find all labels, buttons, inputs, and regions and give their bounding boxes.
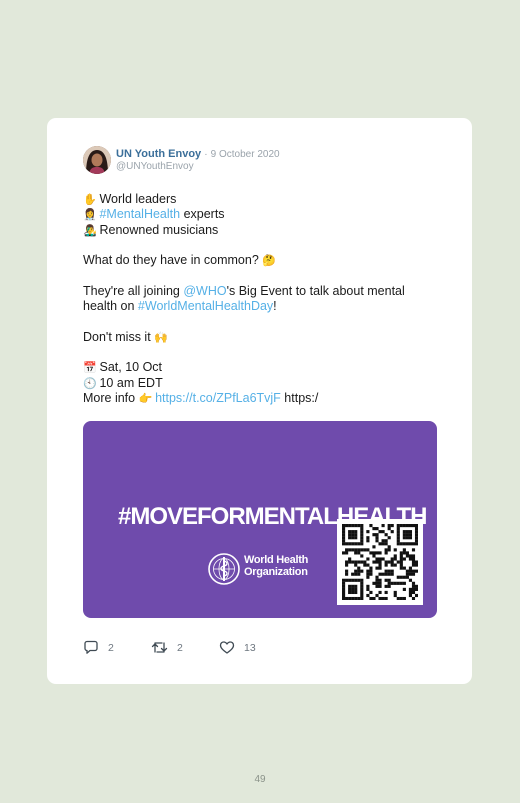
text-line: https:/	[280, 390, 319, 405]
author-block: UN Youth Envoy · 9 October 2020 @UNYouth…	[116, 148, 280, 173]
page-number: 49	[254, 774, 266, 785]
hashtag-link-worldmentalhealthday[interactable]: #WorldMentalHealthDay	[138, 299, 273, 313]
text-line: More info	[83, 390, 139, 405]
who-emblem-icon	[208, 553, 240, 585]
raised-hand-emoji: ✋	[83, 194, 97, 206]
retweet-icon	[151, 642, 168, 653]
text-line: Don't miss it	[83, 329, 151, 344]
avatar[interactable]	[83, 146, 111, 174]
org-name-line-2: Organization	[244, 566, 308, 578]
info-link[interactable]: https://t.co/ZPfLa6TvjF	[155, 391, 281, 405]
clock-emoji: 🕙	[83, 377, 97, 390]
tweet-media-image[interactable]: #MOVEFORMENTALHEALTH World Health Organi…	[83, 421, 437, 618]
hashtag-link-mentalhealth[interactable]: #MentalHealth	[99, 207, 180, 221]
text-line: World leaders	[99, 192, 177, 206]
reply-count: 2	[108, 641, 114, 654]
text-line: 's Big Event to talk about mental	[226, 283, 405, 298]
author-handle[interactable]: @UNYouthEnvoy	[116, 161, 280, 173]
text-line: What do they have in common?	[83, 253, 259, 268]
author-name[interactable]: UN Youth Envoy	[116, 148, 201, 160]
qr-code	[337, 519, 423, 605]
text-line: Renowned musicians	[99, 222, 219, 237]
reply-icon	[84, 640, 98, 654]
org-name-line-1: World Health	[244, 554, 309, 566]
retweet-action[interactable]: 2	[151, 640, 183, 655]
text-line: Sat, 10 Oct	[99, 360, 163, 375]
raised-hands-emoji: 🙌	[154, 331, 168, 344]
like-count: 13	[244, 641, 256, 654]
thinking-face-emoji: 🤔	[262, 255, 276, 268]
text-line: !	[273, 299, 277, 314]
retweet-count: 2	[177, 641, 183, 654]
like-action[interactable]: 13	[219, 640, 256, 655]
text-line: experts	[180, 207, 225, 222]
singer-emoji: 👨‍🎤	[83, 224, 97, 237]
who-organization-name: World Health Organization	[244, 554, 308, 578]
heart-icon	[219, 641, 235, 654]
calendar-emoji: 📅	[83, 362, 97, 375]
text-line: They're all joining	[83, 283, 184, 298]
tweet-actions: 2 2 13	[83, 640, 383, 656]
tweet-card: UN Youth Envoy · 9 October 2020 @UNYouth…	[47, 118, 472, 684]
mention-link-who[interactable]: @WHO	[183, 284, 226, 298]
post-date[interactable]: 9 October 2020	[211, 149, 280, 160]
reply-action[interactable]: 2	[83, 640, 114, 655]
text-line: health on	[83, 299, 138, 314]
pointing-right-emoji: 👉	[138, 392, 153, 405]
text-line: 10 am EDT	[99, 375, 163, 390]
health-worker-emoji: 👩‍⚕️	[83, 209, 97, 222]
qr-code-pattern-icon	[342, 524, 418, 600]
author-separator: ·	[204, 149, 208, 160]
tweet-text: ✋ World leaders 👩‍⚕️ #MentalHealth exper…	[83, 192, 443, 406]
